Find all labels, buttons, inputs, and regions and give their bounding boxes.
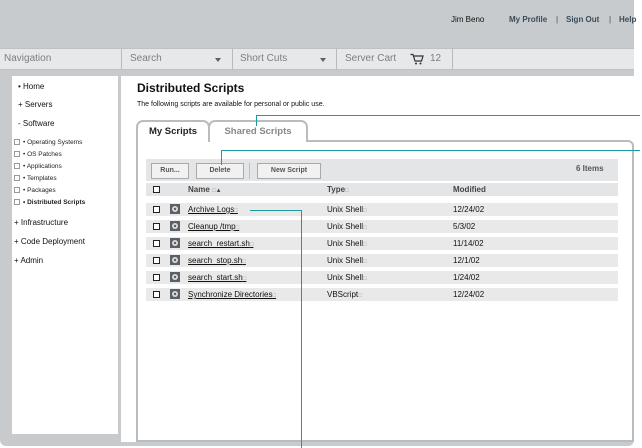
script-gear-icon [170,221,180,231]
sidebar-subitem-packages[interactable]: • Packages [14,187,56,194]
sidebar-subitem-applications[interactable]: • Applications [14,163,62,170]
sidebar-subitem-distributed-scripts[interactable]: • Distributed Scripts [14,199,85,206]
table-row[interactable]: Cleanup /tmp□ Unix Shell□ 5/3/02 [146,220,618,233]
script-modified: 1/24/02 [453,273,480,282]
sidebar-item-servers[interactable]: + Servers [18,100,52,109]
script-gear-icon [170,255,180,265]
search-menu[interactable]: Search [130,53,162,64]
top-bar: Jim Beno My Profile | Sign Out | Help [0,0,636,46]
new-script-button[interactable]: New Script [257,163,321,179]
script-modified: 12/1/02 [453,256,480,265]
callout-line [256,115,257,126]
nav-divider [452,49,453,69]
sign-out-link[interactable]: Sign Out [566,15,599,24]
sidebar-item-code-deployment[interactable]: + Code Deployment [14,237,85,246]
script-modified: 11/14/02 [453,239,484,248]
sidebar-item-admin[interactable]: + Admin [14,256,43,265]
script-gear-icon [170,204,180,214]
column-header-name[interactable]: Name □▲ [188,185,222,194]
sidebar-item-infrastructure[interactable]: + Infrastructure [14,218,68,227]
help-link[interactable]: Help [619,15,636,24]
table-row[interactable]: Synchronize Directories□ VBScript□ 12/24/0… [146,288,618,301]
navigation-label: Navigation [4,53,52,64]
sidebar-item-home[interactable]: • Home [18,82,44,91]
table-header: Name □▲ Type□ Modified [146,183,618,196]
row-checkbox[interactable] [153,257,160,264]
table-row[interactable]: Archive Logs□ Unix Shell□ 12/24/02 [146,203,618,216]
table-row[interactable]: search_start.sh□ Unix Shell□ 1/24/02 [146,271,618,284]
row-checkbox[interactable] [153,274,160,281]
script-gear-icon [170,272,180,282]
script-name-link[interactable]: search_stop.sh□ [188,256,246,265]
nav-divider [121,49,122,69]
script-type: VBScript□ [327,290,362,299]
run-button[interactable]: Run... [151,163,189,179]
nav-divider [232,49,233,69]
delete-button[interactable]: Delete [196,163,244,179]
script-name-link[interactable]: Cleanup /tmp□ [188,222,239,231]
sidebar-subitem-os-patches[interactable]: • OS Patches [14,151,62,158]
checkbox-icon [14,175,20,182]
callout-line [221,150,222,165]
row-checkbox[interactable] [153,223,160,230]
row-checkbox[interactable] [153,240,160,247]
column-header-modified[interactable]: Modified [453,185,486,194]
script-type: Unix Shell□ [327,273,367,282]
table-row[interactable]: search_restart.sh□ Unix Shell□ 11/14/02 [146,237,618,250]
callout-line [301,210,302,448]
tab-shared-scripts[interactable]: Shared Scripts [208,120,308,142]
table-row[interactable]: search_stop.sh□ Unix Shell□ 12/1/02 [146,254,618,267]
toolbar-divider [249,163,250,179]
script-name-link[interactable]: Archive Logs□ [188,205,238,214]
items-count: 6 Items [576,164,604,173]
page-description: The following scripts are available for … [137,101,325,108]
script-modified: 12/24/02 [453,205,485,214]
sidebar-subitem-templates[interactable]: • Templates [14,175,57,182]
script-type: Unix Shell□ [327,222,367,231]
script-gear-icon [170,238,180,248]
page-title: Distributed Scripts [137,81,245,95]
sidebar-item-software[interactable]: - Software [18,119,54,128]
sort-ascending-icon[interactable]: ▲ [216,188,222,194]
script-name-link[interactable]: Synchronize Directories□ [188,290,276,299]
script-modified: 5/3/02 [453,222,476,231]
script-name-link[interactable]: search_start.sh□ [188,273,246,282]
shortcuts-menu[interactable]: Short Cuts [240,53,287,64]
column-header-type[interactable]: Type□ [327,185,349,194]
header-separator: | [556,15,559,24]
shopping-cart-icon[interactable] [410,53,424,65]
script-modified: 12/24/02 [453,290,485,299]
row-checkbox[interactable] [153,206,160,213]
chevron-down-icon[interactable] [215,58,221,62]
header-separator: | [609,15,612,24]
script-type: Unix Shell□ [327,239,367,248]
user-name: Jim Beno [451,15,485,24]
checkbox-icon [14,163,20,170]
checkbox-icon [14,187,20,194]
checkbox-icon [14,139,20,146]
chevron-down-icon[interactable] [320,58,326,62]
my-profile-link[interactable]: My Profile [509,15,547,24]
callout-line [256,115,640,116]
script-type: Unix Shell□ [327,205,367,214]
script-name-link[interactable]: search_restart.sh□ [188,239,253,248]
callout-line [250,210,302,211]
checkbox-icon [14,151,20,158]
checkbox-icon [14,199,20,206]
nav-bar: Navigation Search Short Cuts Server Cart… [0,48,634,70]
sidebar: • Home + Servers - Software • Operating … [12,76,118,434]
script-gear-icon [170,289,180,299]
select-all-checkbox[interactable] [153,186,160,193]
nav-divider [336,49,337,69]
row-checkbox[interactable] [153,291,160,298]
server-cart-link[interactable]: Server Cart [345,53,396,64]
tab-my-scripts[interactable]: My Scripts [136,120,210,142]
script-type: Unix Shell□ [327,256,367,265]
callout-line [221,150,640,151]
sidebar-subitem-operating-systems[interactable]: • Operating Systems [14,139,82,146]
cart-count: 12 [430,53,442,64]
